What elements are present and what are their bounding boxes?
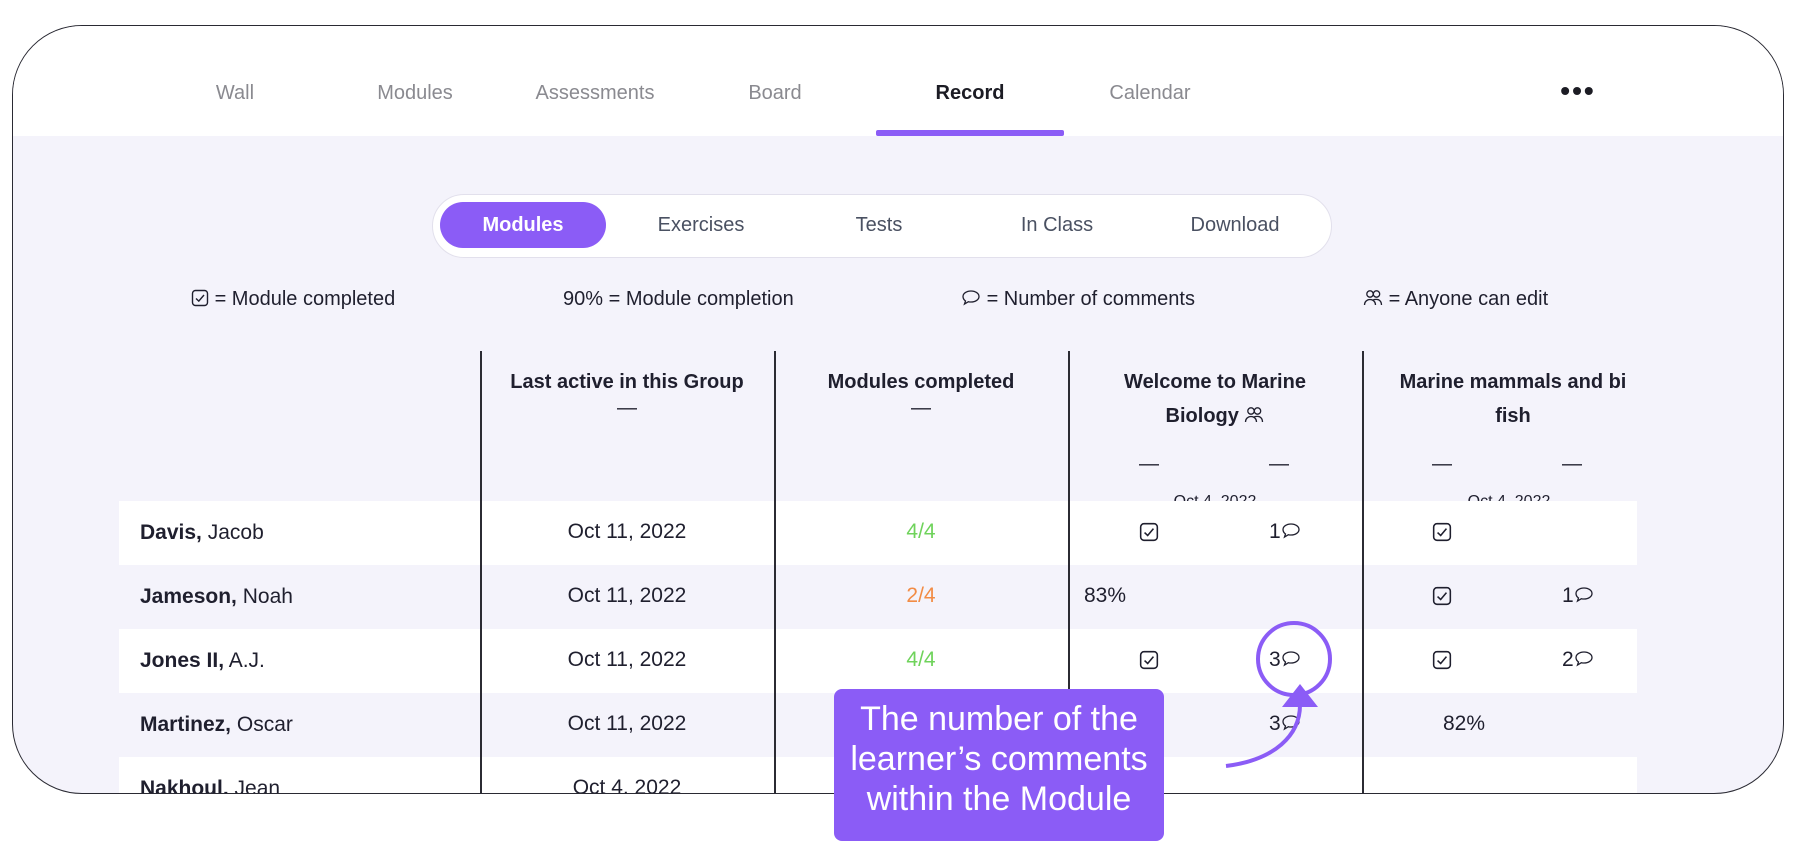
- callout-line: learner’s comments: [850, 740, 1148, 778]
- highlight-circle: [1256, 621, 1332, 697]
- callout-arrow: [1225, 704, 1302, 768]
- callout-line: The number of the: [860, 700, 1138, 738]
- callout-box: The number of the learner’s comments wit…: [834, 689, 1164, 841]
- callout-line: within the Module: [866, 780, 1132, 818]
